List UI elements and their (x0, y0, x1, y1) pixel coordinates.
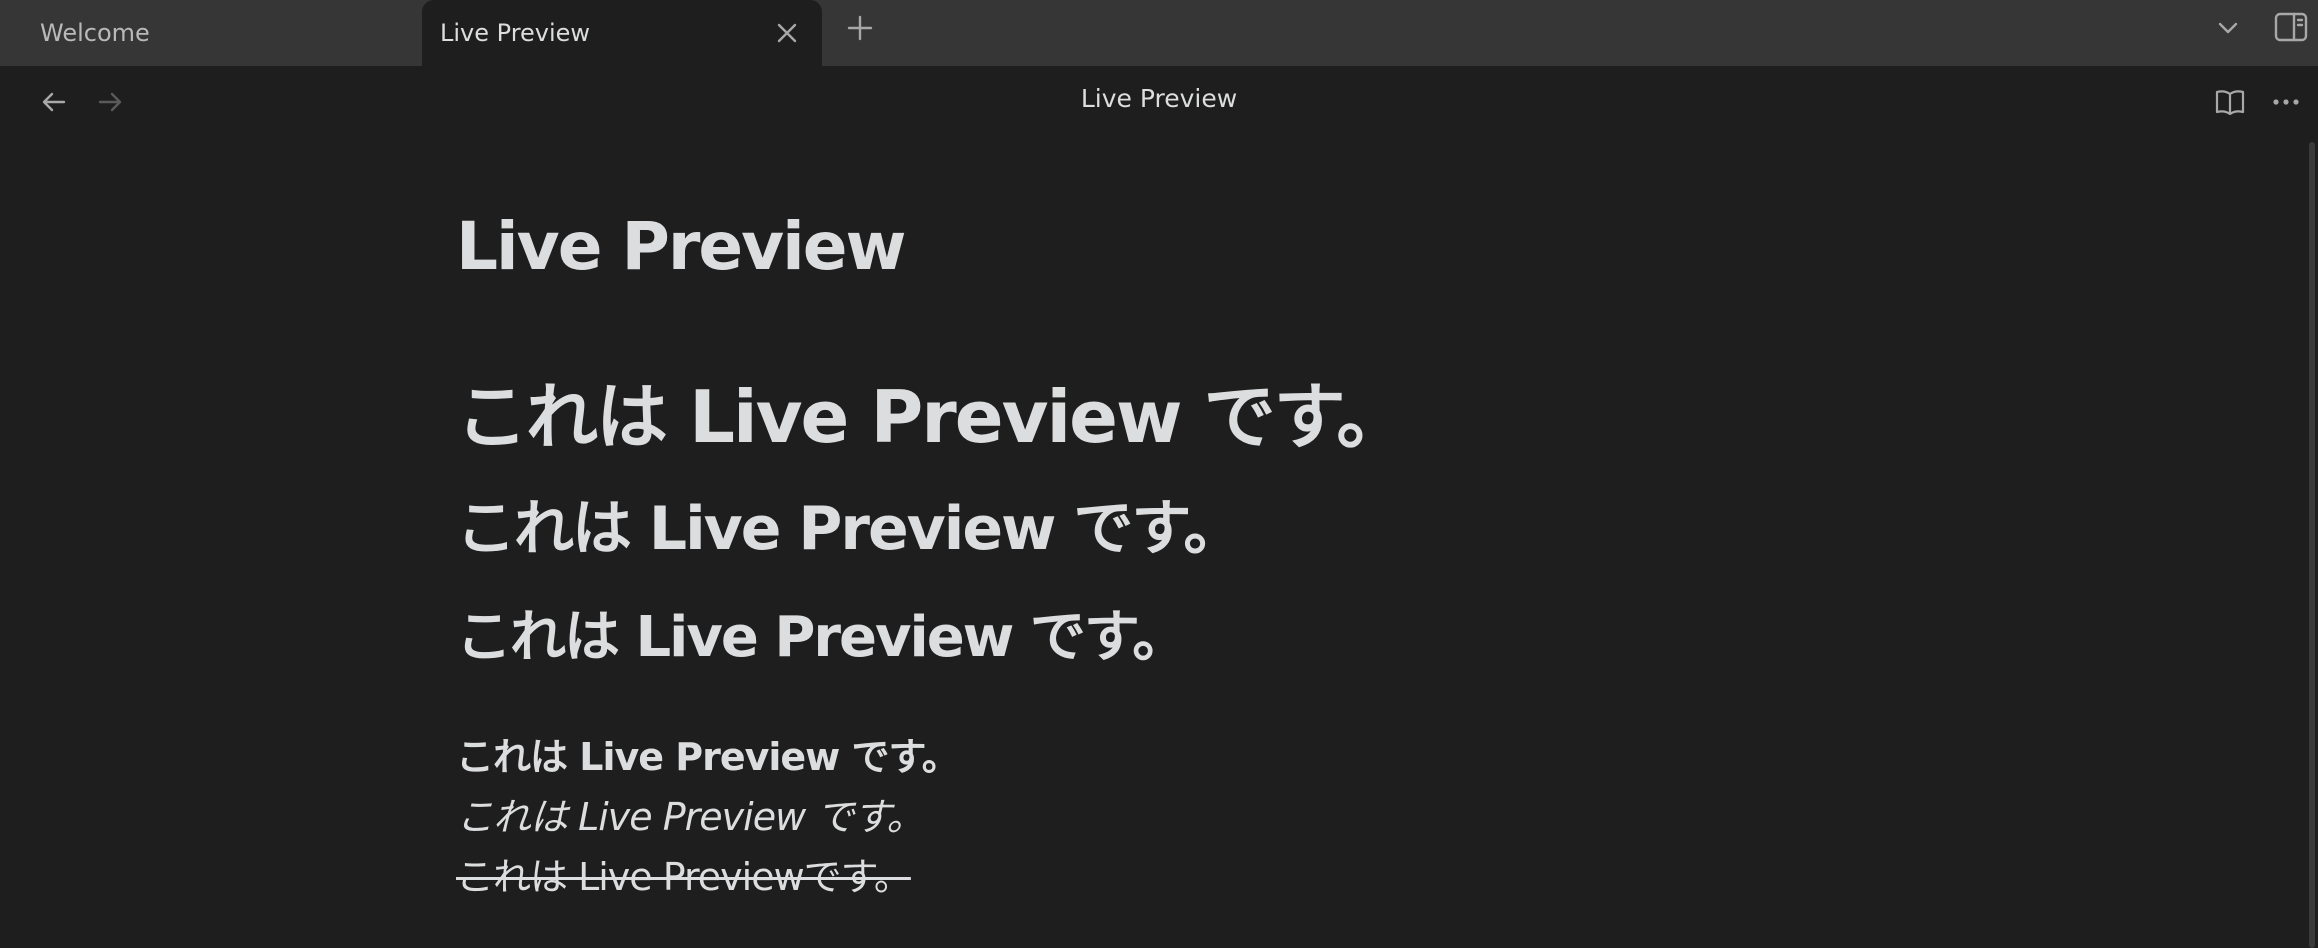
heading-1[interactable]: これは Live Preview です。 (456, 358, 1408, 463)
tab-label: Live Preview (440, 19, 591, 47)
tab-label: Welcome (40, 19, 150, 47)
tab-live-preview[interactable]: Live Preview (422, 0, 822, 66)
italic-text[interactable]: これは Live Preview です。 (456, 786, 924, 841)
heading-2[interactable]: これは Live Preview です。 (456, 480, 1243, 567)
plus-icon[interactable] (840, 8, 880, 48)
close-icon[interactable] (768, 14, 806, 52)
heading-3[interactable]: これは Live Preview です。 (456, 592, 1188, 673)
bold-text[interactable]: これは Live Preview です。 (456, 726, 960, 781)
note-title[interactable]: Live Preview (456, 208, 907, 285)
sidebar-right-icon[interactable] (2270, 6, 2312, 48)
tab-bar: Welcome Live Preview (0, 0, 2318, 66)
view-title: Live Preview (1080, 84, 1238, 113)
view-header: Live Preview (0, 66, 2318, 142)
book-open-icon[interactable] (2208, 80, 2252, 124)
chevron-down-icon[interactable] (2208, 8, 2248, 48)
arrow-left-icon[interactable] (32, 80, 76, 124)
scrollbar[interactable] (2306, 142, 2318, 948)
tab-welcome[interactable]: Welcome (0, 0, 422, 66)
ellipsis-icon[interactable] (2264, 80, 2308, 124)
strikethrough-text[interactable]: これは Live Previewです。 (456, 846, 912, 901)
app-window: Welcome Live Preview Live Preview Live P… (0, 0, 2318, 948)
scrollbar-thumb[interactable] (2309, 142, 2315, 948)
editor-content[interactable]: Live Preview これは Live Preview です。 これは Li… (456, 142, 1956, 948)
arrow-right-icon[interactable] (88, 80, 132, 124)
